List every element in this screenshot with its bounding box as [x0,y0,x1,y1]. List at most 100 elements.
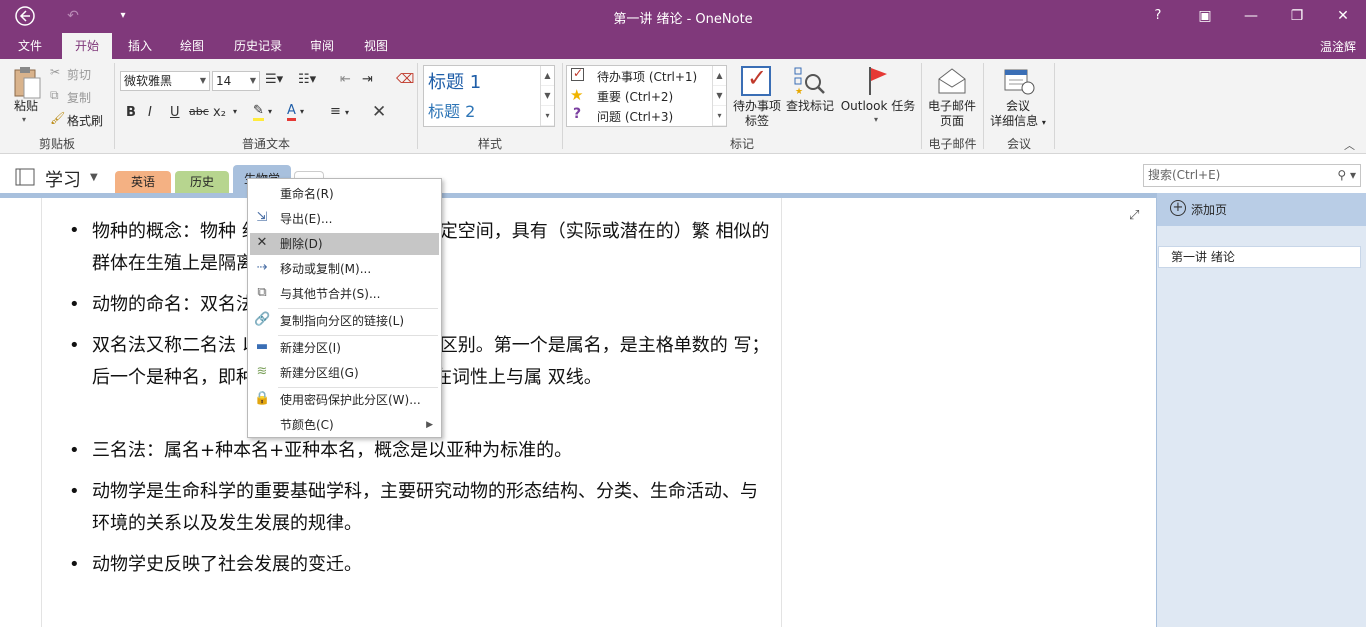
clipboard-group-label: 剪贴板 [38,137,75,151]
add-page-button[interactable]: + 添加页 [1157,193,1366,226]
menu-item-export[interactable]: ⇲ 导出(E)... [248,208,441,230]
restore-icon[interactable]: ❐ [1274,0,1320,33]
menu-separator [278,335,438,336]
menu-item-new-section-group[interactable]: ≋ 新建分区组(G) [248,362,441,384]
style-heading-2[interactable]: 标题 2 [428,98,475,122]
todo-tag-icon[interactable]: ✓ [741,64,771,96]
notebook-name[interactable]: 学习 [45,166,81,192]
content-paragraph[interactable]: 三名法：属名+种本名+亚种本名，概念是以亚种为标准的。 [92,435,772,467]
italic-button[interactable]: I [148,105,152,120]
bold-button[interactable]: B [126,105,136,120]
bullet-icon: • [69,220,80,241]
menu-item-label: 使用密码保护此分区(W)... [280,393,421,407]
content-paragraph[interactable]: 动物学史反映了社会发展的变迁。 [92,549,772,581]
paste-button[interactable]: 粘贴 [10,99,42,114]
content-paragraph[interactable]: 动物学是生命科学的重要基础学科，主要研究动物的形态结构、分类、生命活动、与环境的… [92,476,772,540]
notebook-icon[interactable] [14,167,36,187]
tab-file[interactable]: 文件 [8,33,52,59]
tab-insert[interactable]: 插入 [118,33,162,59]
format-painter-button[interactable]: 格式刷 [67,112,103,129]
tag-important[interactable]: 重要 (Ctrl+2) [597,88,673,105]
merge-icon: ⧉ [257,285,267,300]
outlook-tasks-button[interactable]: Outlook 任务 [838,99,918,114]
meeting-details-button[interactable]: 会议 详细信息 ▾ [986,99,1050,130]
font-size-combo[interactable]: 14 ▼ [212,71,260,91]
close-icon[interactable]: ✕ [1320,0,1366,33]
numbering-icon[interactable]: ☷▾ [298,72,316,87]
collapse-ribbon-icon[interactable]: ︿ [1344,137,1355,153]
subscript-button[interactable]: x₂ [213,105,226,120]
user-name[interactable]: 温淦辉 [1320,38,1356,55]
scroll-down-icon[interactable]: ▼ [713,86,726,106]
tab-history[interactable]: 历史记录 [226,33,290,59]
expand-gallery-icon[interactable]: ▾ [541,106,554,126]
tag-question[interactable]: 问题 (Ctrl+3) [597,108,673,125]
notebook-dropdown-icon[interactable]: ▼ [90,172,98,183]
menu-item-rename[interactable]: 重命名(R) [248,183,441,205]
expand-page-icon[interactable]: ⤢ [1129,208,1139,223]
menu-item-delete[interactable]: ✕ 删除(D) [250,233,439,255]
clipboard-icon[interactable] [12,65,42,99]
find-tags-icon[interactable]: ★ [793,66,827,97]
search-icon[interactable]: ⚲ ▾ [1337,165,1356,186]
increase-indent-icon[interactable]: ⇥ [362,72,373,87]
email-page-button[interactable]: 电子邮件 页面 [922,99,982,129]
ribbon-display-options-icon[interactable]: ▣ [1182,0,1228,33]
email-group-label: 电子邮件 [928,137,977,151]
strikethrough-button[interactable]: abc [189,105,209,118]
font-name-combo[interactable]: 微软雅黑 ▼ [120,71,210,91]
menu-item-copy-link[interactable]: 🔗 复制指向分区的链接(L) [248,310,441,332]
email-icon[interactable] [937,67,967,95]
section-tab-history[interactable]: 历史 [175,171,229,193]
tab-home[interactable]: 开始 [62,33,112,59]
flag-icon[interactable] [866,65,890,97]
tags-scroll[interactable]: ▲ ▼ ▾ [712,66,726,126]
align-icon[interactable]: ≡ ▾ [330,104,349,119]
tab-view[interactable]: 视图 [354,33,398,59]
scroll-down-icon[interactable]: ▼ [541,86,554,106]
menu-separator [278,387,438,388]
menu-item-merge[interactable]: ⧉ 与其他节合并(S)... [248,283,441,305]
paste-dropdown-icon[interactable]: ▾ [22,115,26,124]
scroll-up-icon[interactable]: ▲ [713,66,726,86]
tag-todo[interactable]: 待办事项 (Ctrl+1) [597,68,697,85]
tab-review[interactable]: 审阅 [300,33,344,59]
clear-all-icon[interactable]: ✕ [372,102,386,122]
page-margin-line [41,198,42,627]
font-color-icon[interactable]: A ▾ [287,103,304,121]
bullets-icon[interactable]: ☰▾ [265,72,283,87]
menu-item-section-color[interactable]: 节颜色(C) ▶ [248,414,441,436]
styles-gallery[interactable]: 标题 1 标题 2 ▲ ▼ ▾ [423,65,555,127]
highlight-icon[interactable]: ✎ ▾ [253,103,272,121]
page-list-item[interactable]: 第一讲 绪论 [1158,246,1361,268]
styles-scroll[interactable]: ▲ ▼ ▾ [540,66,554,126]
style-heading-1[interactable]: 标题 1 [428,68,481,94]
tab-draw[interactable]: 绘图 [170,33,214,59]
scroll-up-icon[interactable]: ▲ [541,66,554,86]
search-input[interactable]: 搜索(Ctrl+E) ⚲ ▾ [1143,164,1361,187]
minimize-icon[interactable]: — [1228,0,1274,33]
menu-item-move-copy[interactable]: ⇢ 移动或复制(M)... [248,258,441,280]
clear-formatting-icon[interactable]: ⌫ [396,72,414,87]
email-line1: 电子邮件 [927,99,976,113]
copy-button[interactable]: 复制 [67,89,91,106]
find-tags-button[interactable]: 查找标记 [784,99,836,114]
add-icon: + [1170,200,1186,216]
subscript-dropdown-icon[interactable]: ▾ [233,107,237,116]
meeting-details-icon[interactable] [1003,66,1035,96]
expand-gallery-icon[interactable]: ▾ [713,106,726,126]
todo-tag-button[interactable]: 待办事项 标签 [728,99,786,129]
bullet-icon: • [69,440,80,461]
submenu-arrow-icon: ▶ [426,420,433,430]
section-tab-english[interactable]: 英语 [115,171,171,193]
help-button[interactable]: ? [1147,5,1169,27]
menu-item-new-section[interactable]: ▬ 新建分区(I) [248,337,441,359]
meeting-line1: 会议 [1005,99,1030,113]
outlook-tasks-dropdown-icon[interactable]: ▾ [874,115,878,124]
decrease-indent-icon[interactable]: ⇤ [340,72,351,87]
font-name-value: 微软雅黑 [124,74,173,88]
menu-item-password-protect[interactable]: 🔒 使用密码保护此分区(W)... [248,389,441,411]
tags-gallery[interactable]: ✓ 待办事项 (Ctrl+1) ★ 重要 (Ctrl+2) ? 问题 (Ctrl… [566,65,727,127]
cut-button[interactable]: 剪切 [67,66,91,83]
underline-button[interactable]: U [170,105,180,120]
